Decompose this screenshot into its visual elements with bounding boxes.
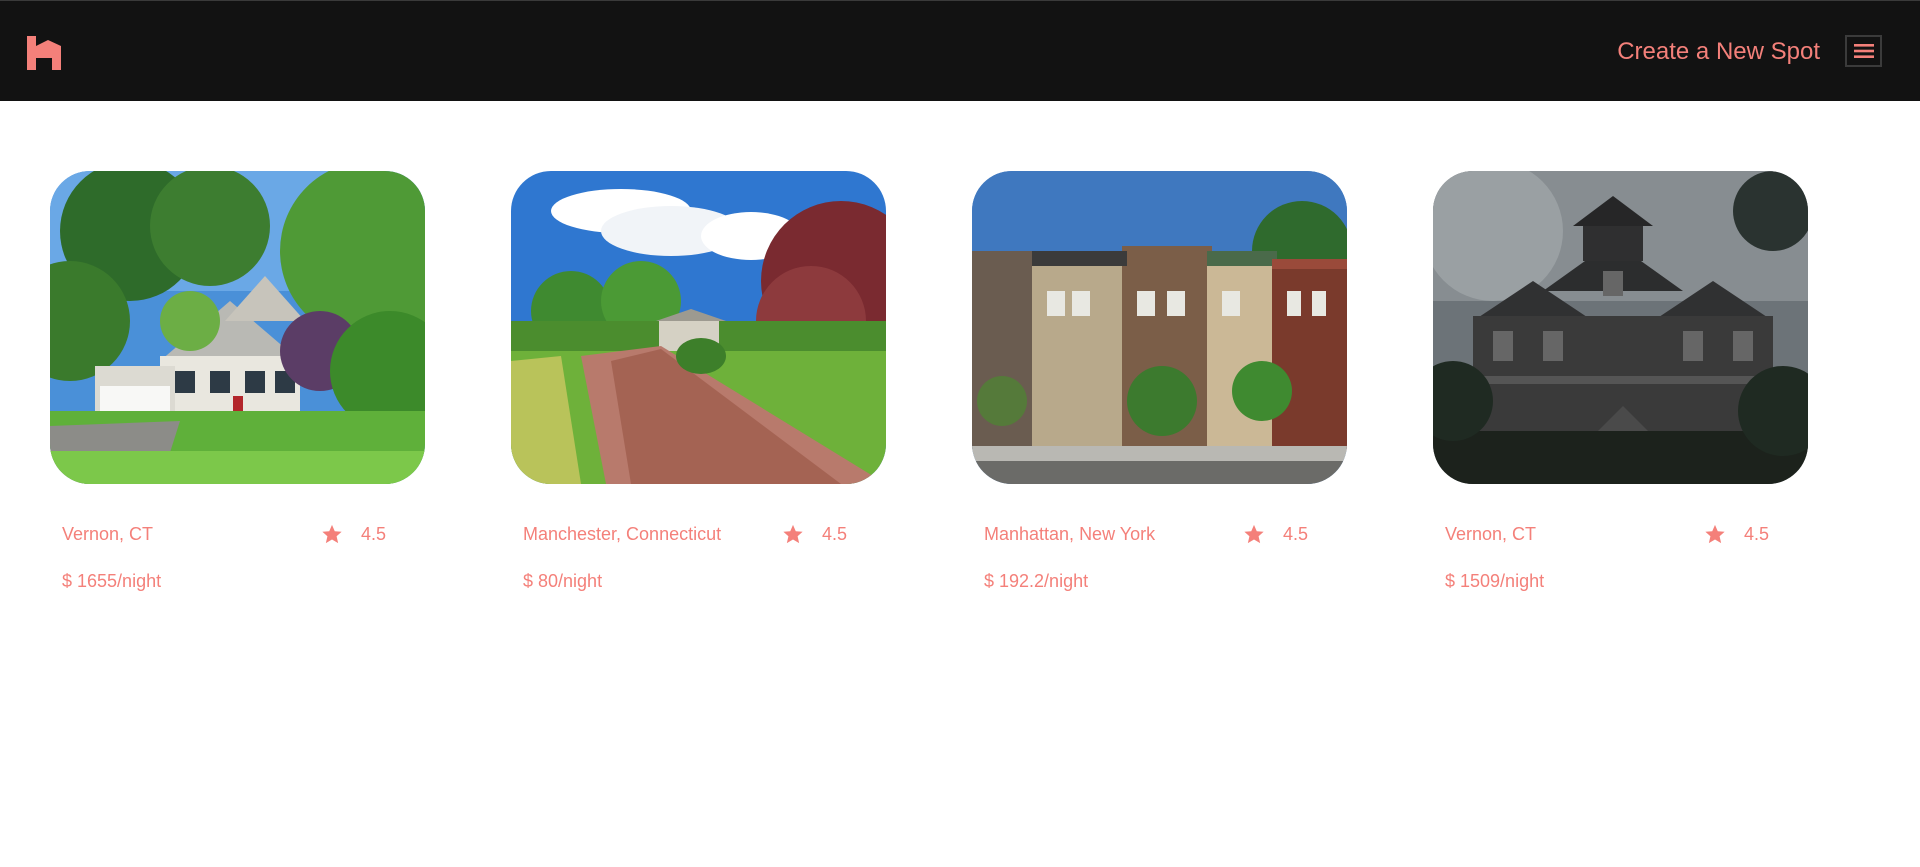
spot-price: $ 192.2/night [984,571,1089,591]
spot-price: $ 80/night [523,571,603,591]
spot-card[interactable]: Manhattan, New York 4.5 $ 192.2/night [972,171,1347,592]
rating-value: 4.5 [1744,523,1770,544]
house-logo-icon[interactable] [25,34,63,72]
spot-card[interactable]: Manchester, Connecticut 4.5 $ 80/night [511,171,886,592]
star-icon [1244,524,1264,544]
spot-info: Manhattan, New York 4.5 $ 192.2/night [972,484,1347,592]
spot-price: $ 1509/night [1445,571,1545,591]
spot-rating: 4.5 [1243,523,1308,545]
spot-location: Manchester, Connecticut [523,524,722,544]
create-new-spot-link[interactable]: Create a New Spot [1617,38,1820,66]
rating-value: 4.5 [1283,523,1309,544]
spot-image-colonial-house[interactable] [50,171,425,484]
spot-card[interactable]: Vernon, CT 4.5 $ 1655/night [50,171,425,592]
spot-info: Vernon, CT 4.5 $ 1655/night [50,484,425,592]
spots-grid: Vernon, CT 4.5 $ 1655/night Manchester, … [50,171,1808,592]
rating-value: 4.5 [361,523,387,544]
spot-rating: 4.5 [1704,523,1769,545]
rating-value: 4.5 [822,523,848,544]
spot-rating: 4.5 [321,523,386,545]
spot-info: Vernon, CT 4.5 $ 1509/night [1433,484,1808,592]
star-icon [783,524,803,544]
hamburger-menu-button[interactable] [1845,35,1882,67]
star-icon [322,524,342,544]
hamburger-menu-icon [1853,44,1874,58]
spot-image-brick-driveway[interactable] [511,171,886,484]
spot-image-victorian-mansion[interactable] [1433,171,1808,484]
star-icon [1705,524,1725,544]
top-nav-bar: Create a New Spot [0,0,1920,101]
spot-location: Manhattan, New York [984,524,1156,544]
spot-location: Vernon, CT [1445,524,1537,544]
spot-info: Manchester, Connecticut 4.5 $ 80/night [511,484,886,592]
spot-location: Vernon, CT [62,524,154,544]
spot-price: $ 1655/night [62,571,162,591]
spot-rating: 4.5 [782,523,847,545]
spot-card[interactable]: Vernon, CT 4.5 $ 1509/night [1433,171,1808,592]
spot-image-brownstones[interactable] [972,171,1347,484]
